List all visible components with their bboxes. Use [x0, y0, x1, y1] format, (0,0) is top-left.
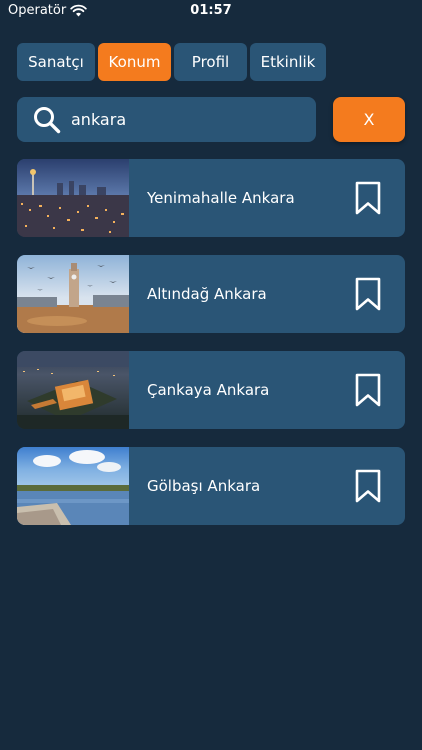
- search-input[interactable]: [71, 108, 306, 130]
- result-title: Gölbaşı Ankara: [147, 477, 261, 495]
- result-title: Yenimahalle Ankara: [147, 189, 295, 207]
- bookmark-icon[interactable]: [355, 277, 381, 311]
- result-card-yenimahalle[interactable]: Yenimahalle Ankara: [17, 159, 405, 237]
- result-card-altindag[interactable]: Altındağ Ankara: [17, 255, 405, 333]
- clear-button-label: X: [363, 110, 375, 129]
- tab-label: Profil: [191, 53, 230, 71]
- tab-label: Etkinlik: [260, 53, 316, 71]
- tab-profil[interactable]: Profil: [174, 43, 247, 81]
- bookmark-icon[interactable]: [355, 181, 381, 215]
- search-bar[interactable]: [17, 97, 316, 142]
- mausoleum-aerial-night-photo: [17, 351, 129, 429]
- tab-label: Konum: [108, 53, 161, 71]
- result-card-cankaya[interactable]: Çankaya Ankara: [17, 351, 405, 429]
- result-title: Çankaya Ankara: [147, 381, 270, 399]
- status-bar: Operatör 01:57: [0, 0, 422, 24]
- tab-konum[interactable]: Konum: [98, 43, 171, 81]
- tab-label: Sanatçı: [28, 53, 84, 71]
- lake-pier-photo: [17, 447, 129, 525]
- search-icon: [34, 107, 61, 134]
- results-list: Yenimahalle Ankara Altındağ Ankara Çanka…: [17, 159, 405, 543]
- result-title: Altındağ Ankara: [147, 285, 267, 303]
- tab-sanatci[interactable]: Sanatçı: [17, 43, 95, 81]
- tab-bar: Sanatçı Konum Profil Etkinlik: [17, 43, 326, 81]
- result-card-golbasi[interactable]: Gölbaşı Ankara: [17, 447, 405, 525]
- status-time: 01:57: [190, 3, 232, 18]
- clock-tower-square-photo: [17, 255, 129, 333]
- bookmark-icon[interactable]: [355, 373, 381, 407]
- clear-search-button[interactable]: X: [333, 97, 405, 142]
- city-skyline-night-photo: [17, 159, 129, 237]
- bookmark-icon[interactable]: [355, 469, 381, 503]
- tab-etkinlik[interactable]: Etkinlik: [250, 43, 326, 81]
